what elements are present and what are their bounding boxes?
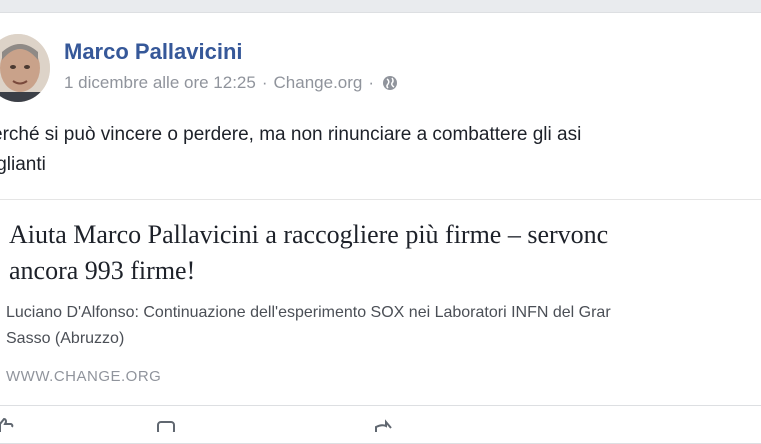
share-icon[interactable] [372,418,392,432]
globe-icon[interactable] [382,75,398,91]
action-bar [0,417,761,435]
link-preview-domain: WWW.CHANGE.ORG [6,368,162,385]
post-meta: 1 dicembre alle ore 12:25 · Change.org · [64,73,398,93]
post-timestamp[interactable]: 1 dicembre alle ore 12:25 [64,73,256,93]
post-text-line: iglianti [0,154,46,175]
link-desc-line: Sasso (Abruzzo) [6,330,125,347]
like-icon[interactable] [0,417,14,432]
author-name-link[interactable]: Marco Pallavicini [64,39,243,65]
link-desc-line: Luciano D'Alfonso: Continuazione dell'es… [6,304,611,321]
link-preview-title[interactable]: Aiuta Marco Pallavicini a raccogliere pi… [9,217,761,289]
meta-separator: · [368,73,375,92]
post-text-line: erché si può vincere o perdere, ma non r… [0,124,582,145]
meta-separator: · [261,73,268,92]
post-text: erché si può vincere o perdere, ma non r… [0,120,761,180]
link-title-line: ancora 993 firme! [9,256,196,285]
link-title-line: Aiuta Marco Pallavicini a raccogliere pi… [9,220,609,249]
link-preview-description: Luciano D'Alfonso: Continuazione dell'es… [6,300,761,352]
post-source-link[interactable]: Change.org [274,73,363,93]
comment-icon[interactable] [156,418,176,435]
